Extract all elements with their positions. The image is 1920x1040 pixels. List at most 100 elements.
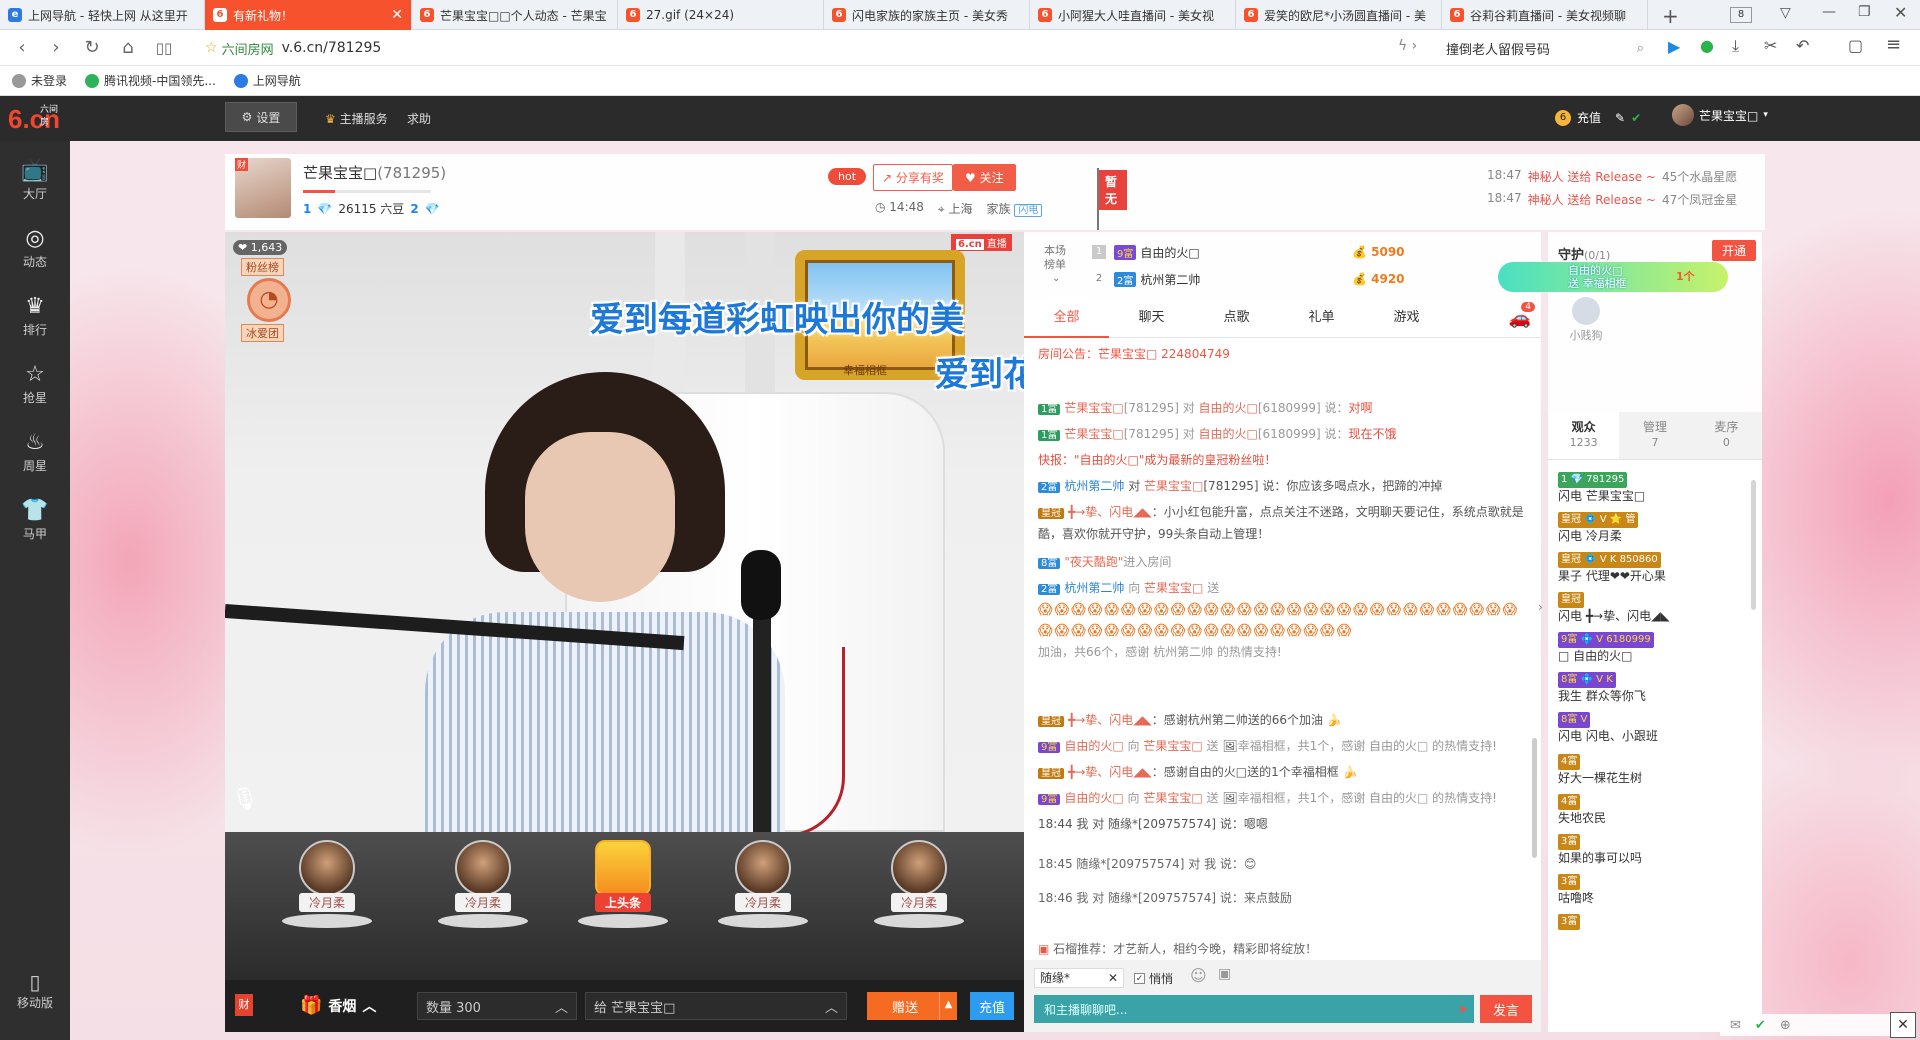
- seat[interactable]: 冷月柔: [713, 840, 813, 930]
- forward-icon[interactable]: ›: [46, 38, 66, 58]
- nav-feed[interactable]: ◎ 动态: [0, 225, 70, 285]
- star-icon[interactable]: ☆: [205, 40, 218, 56]
- chat-target-select[interactable]: 随缘* ✕: [1034, 968, 1124, 988]
- settings-button[interactable]: ⚙ 设置: [225, 102, 297, 132]
- follow-button[interactable]: ♥ 关注: [953, 164, 1016, 191]
- nav-rank[interactable]: ♛ 排行: [0, 293, 70, 353]
- seat[interactable]: 冷月柔: [869, 840, 969, 930]
- nav-weekly[interactable]: ♨ 周星: [0, 429, 70, 489]
- user-menu[interactable]: 芒果宝宝□ ▾: [1672, 104, 1768, 126]
- family[interactable]: 家族 闪电: [986, 200, 1043, 217]
- headline-seat[interactable]: 上头条: [573, 840, 673, 930]
- refresh-icon[interactable]: ↻: [82, 38, 102, 58]
- image-icon[interactable]: ▣: [1218, 966, 1231, 982]
- browser-tab-active[interactable]: 6 有新礼物！ ✕: [205, 0, 412, 30]
- audience-item[interactable]: 3富 咕噜咚: [1558, 872, 1748, 906]
- tab-audience[interactable]: 观众 1233: [1548, 412, 1619, 459]
- audience-item[interactable]: 8富 V 闪电 闪电、小跟班: [1558, 710, 1748, 744]
- seat[interactable]: 冷月柔: [433, 840, 533, 930]
- audience-item[interactable]: 皇冠 闪电 ╋→挚、闪电◢◣: [1558, 590, 1748, 624]
- close-icon[interactable]: ✕: [1108, 969, 1118, 987]
- tab-count-badge[interactable]: 8: [1730, 7, 1752, 23]
- chat-user[interactable]: ╋→挚、闪电◢◣: [1068, 765, 1152, 779]
- chat-user[interactable]: 自由的火□: [1064, 739, 1123, 753]
- close-window-icon[interactable]: ✕: [1894, 3, 1907, 22]
- emoji-icon[interactable]: ☺: [1190, 966, 1207, 985]
- fan-club-badge[interactable]: ❤ 1,643 粉丝榜 ◔ 冰爱团: [233, 240, 311, 342]
- tab-admins[interactable]: 管理 7: [1619, 412, 1691, 459]
- download-icon[interactable]: ⤓: [1732, 36, 1739, 56]
- chat-user[interactable]: 芒果宝宝□: [1144, 479, 1203, 493]
- feed-who[interactable]: 神秘人 送给 Release ~: [1528, 191, 1656, 214]
- bookmark-item[interactable]: 未登录: [12, 72, 67, 89]
- chat-user[interactable]: ╋→挚、闪电◢◣: [1068, 713, 1152, 727]
- tab-mic-queue[interactable]: 麦序 0: [1690, 412, 1762, 459]
- new-tab-icon[interactable]: +: [1662, 4, 1679, 28]
- browser-tab[interactable]: 6 闪电家族的家族主页 - 美女秀: [824, 0, 1030, 30]
- tab-games[interactable]: 游戏: [1364, 298, 1449, 338]
- home-icon[interactable]: ⌂: [118, 38, 138, 58]
- hamburger-icon[interactable]: ≡: [1886, 34, 1901, 55]
- quantity-field[interactable]: 数量 300 ︿: [417, 992, 577, 1020]
- browser-tab[interactable]: 6 芒果宝宝□□个人动态 - 芒果宝: [412, 0, 618, 30]
- chevron-up-icon[interactable]: ︿: [825, 997, 838, 1016]
- check-icon[interactable]: ✔: [1755, 1018, 1766, 1033]
- chat-user[interactable]: 芒果宝宝□: [1143, 739, 1202, 753]
- audience-item[interactable]: 4富 好大一棵花生树: [1558, 752, 1748, 786]
- recharge-link[interactable]: 6 充值 ✎ ✔: [1555, 109, 1641, 126]
- recommend-notice[interactable]: ▣ 石榴推荐：才艺新人，相约今晚，精彩即将绽放！: [1024, 938, 1541, 960]
- guard-slot[interactable]: 小贱狗: [1566, 297, 1606, 343]
- undo-icon[interactable]: ↶: [1796, 36, 1809, 55]
- tab-chat[interactable]: 聊天: [1109, 298, 1194, 338]
- mic-icon[interactable]: 🎙: [231, 787, 259, 823]
- browser-tab[interactable]: 6 27.gif (24×24): [618, 0, 824, 30]
- chat-user[interactable]: 芒果宝宝□: [1143, 791, 1202, 805]
- caret-up-icon[interactable]: ▲: [939, 992, 957, 1020]
- audience-item[interactable]: 4富 失地农民: [1558, 792, 1748, 826]
- search-input[interactable]: 撞倒老人留假号码 ⌕: [1440, 36, 1650, 60]
- audience-item[interactable]: 3富 如果的事可以吗: [1558, 832, 1748, 866]
- host-service-link[interactable]: ♛ 主播服务: [325, 110, 388, 127]
- browser-tab[interactable]: 6 谷莉谷莉直播间 - 美女视频聊: [1442, 0, 1648, 30]
- rank-row[interactable]: 2 2富 杭州第二帅 💰 4920: [1092, 267, 1522, 291]
- audience-item[interactable]: 皇冠 💠 V K 850860 果子 代理❤❤开心果: [1558, 550, 1748, 584]
- chat-input[interactable]: 和主播聊聊吧... ➤: [1034, 995, 1474, 1023]
- bookmark-item[interactable]: 上网导航: [233, 72, 301, 89]
- share-button[interactable]: ↗ 分享有奖: [873, 164, 953, 191]
- seat[interactable]: 冷月柔: [277, 840, 377, 930]
- chat-user[interactable]: 芒果宝宝□: [1064, 427, 1123, 441]
- chevron-right-icon[interactable]: ›: [1538, 600, 1548, 630]
- mail-icon[interactable]: ✉: [1730, 1018, 1741, 1033]
- nav-vest[interactable]: 👕 马甲: [0, 497, 70, 557]
- maximize-icon[interactable]: ❐: [1858, 4, 1871, 20]
- browser-tab[interactable]: e 上网导航 - 轻快上网 从这里开: [0, 0, 205, 30]
- chevron-up-icon[interactable]: ︿: [555, 997, 568, 1016]
- bag-icon[interactable]: ▢: [1848, 36, 1863, 55]
- audience-item[interactable]: 皇冠 💠 V ⭐ 管闪电 冷月柔: [1558, 510, 1748, 544]
- chat-user[interactable]: 自由的火□: [1199, 427, 1258, 441]
- nav-hall[interactable]: 📺 大厅: [0, 157, 70, 217]
- chat-user[interactable]: 自由的火□: [1064, 791, 1123, 805]
- rank-row[interactable]: 1 9富 自由的火□ 💰 5090: [1092, 240, 1522, 264]
- edit-icon[interactable]: ✎: [1615, 111, 1625, 125]
- chat-user[interactable]: 杭州第二帅: [1064, 581, 1124, 595]
- whisper-checkbox[interactable]: ✓ 悄悄: [1134, 970, 1173, 987]
- search-icon[interactable]: ⌕: [1637, 41, 1644, 56]
- browser-tab[interactable]: 6 小阿猩大人哇直播间 - 美女视: [1030, 0, 1236, 30]
- close-tab-icon[interactable]: ✕: [385, 7, 403, 23]
- rank-title[interactable]: 本场榜单 ⌄: [1044, 244, 1074, 286]
- feed-who[interactable]: 神秘人 送给 Release ~: [1528, 168, 1656, 191]
- minimize-icon[interactable]: —: [1822, 4, 1836, 20]
- chat-user[interactable]: 芒果宝宝□: [1064, 401, 1123, 415]
- give-gift-button[interactable]: 赠送 ▲: [867, 992, 957, 1020]
- chat-user[interactable]: 自由的火□: [1199, 401, 1258, 415]
- tab-gifts[interactable]: 礼单: [1279, 298, 1364, 338]
- close-icon[interactable]: ✕: [1890, 1012, 1916, 1038]
- tab-all[interactable]: 全部: [1024, 298, 1109, 338]
- tab-song[interactable]: 点歌: [1194, 298, 1279, 338]
- bookmark-item[interactable]: 腾讯视频-中国领先...: [85, 72, 216, 89]
- audience-item[interactable]: 3富: [1558, 912, 1748, 930]
- url-field[interactable]: ☆ 六间房网 v.6.cn/781295: [205, 37, 1365, 59]
- flash-icon[interactable]: ϟ ›: [1398, 38, 1417, 54]
- reader-icon[interactable]: ▯▯: [154, 38, 174, 58]
